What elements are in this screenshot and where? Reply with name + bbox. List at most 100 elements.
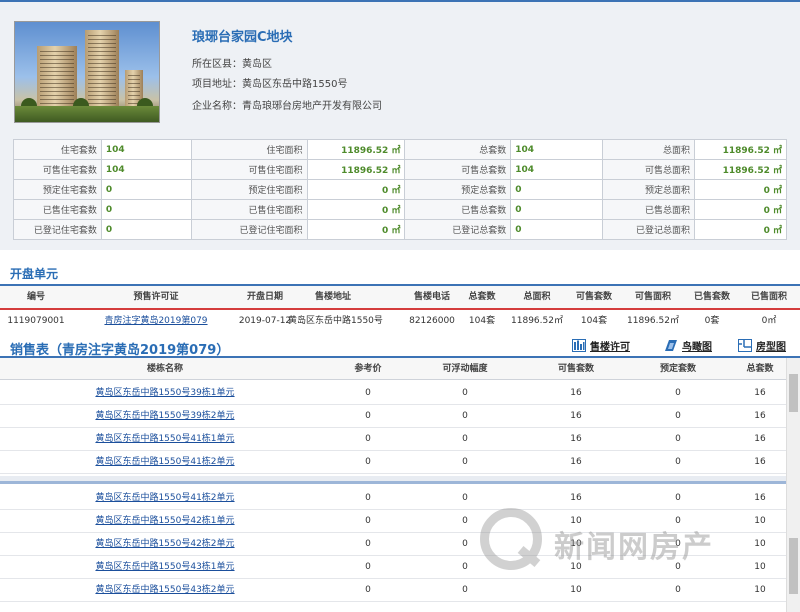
- building-unit-link[interactable]: 黄岛区东岳中路1550号41栋1单元: [0, 428, 330, 450]
- sales-cell: 16: [570, 457, 582, 467]
- stats-label: 总面积: [602, 139, 696, 160]
- building-unit-link[interactable]: 黄岛区东岳中路1550号42栋2单元: [0, 533, 330, 555]
- sales-cell: 0: [365, 585, 371, 595]
- sales-table-row: 黄岛区东岳中路1550号39栋2单元 0 0 16 0 16: [0, 405, 786, 428]
- sales-header-cell: 楼栋名称: [146, 364, 183, 374]
- opening-header-cell: 已售面积: [750, 292, 787, 302]
- floor-plan-icon: [738, 339, 752, 352]
- stats-value: 0 ㎡: [694, 219, 787, 240]
- sales-cell: 0: [675, 585, 681, 595]
- stats-label: 已售住宅套数: [13, 199, 102, 220]
- stats-label: 已登记住宅面积: [190, 219, 308, 240]
- opening-header-cell: 总面积: [523, 292, 551, 302]
- stats-row: 已售住宅套数 0 已售住宅面积 0 ㎡已售总套数 0 已售总面积 0 ㎡: [13, 199, 787, 220]
- presale-permit-link[interactable]: 青房注字黄岛2019第079: [72, 310, 240, 332]
- stats-value: 0: [100, 219, 192, 240]
- opening-header-cell: 编号: [26, 292, 45, 302]
- stats-value: 0 ㎡: [306, 199, 406, 220]
- sales-cell: 0: [675, 562, 681, 572]
- stats-label: 住宅套数: [13, 139, 102, 160]
- sales-cell: 0: [675, 516, 681, 526]
- stats-label: 可售住宅面积: [190, 159, 308, 180]
- sales-table-row: 黄岛区东岳中路1550号41栋2单元 0 0 16 0 16: [0, 487, 786, 510]
- sales-table-row: 黄岛区东岳中路1550号43栋1单元 0 0 10 0 10: [0, 556, 786, 579]
- stats-label: 已登记总套数: [404, 219, 512, 240]
- sales-cell: 16: [570, 434, 582, 444]
- opening-cell: 1119079001: [7, 316, 65, 326]
- building-unit-link[interactable]: 黄岛区东岳中路1550号43栋2单元: [0, 579, 330, 601]
- stats-label: 可售总面积: [602, 159, 696, 180]
- sales-cell: 0: [675, 434, 681, 444]
- opening-cell: 104套: [468, 316, 496, 326]
- sales-cell: 10: [570, 585, 582, 595]
- sales-table-row: 黄岛区东岳中路1550号42栋2单元 0 0 10 0 10: [0, 533, 786, 556]
- sales-cell: 0: [462, 457, 468, 467]
- stats-value: 11896.52 ㎡: [306, 139, 406, 160]
- stats-label: 预定总面积: [602, 179, 696, 200]
- sales-cell: 16: [570, 493, 582, 503]
- sales-cell: 10: [570, 516, 582, 526]
- sales-cell: 0: [675, 388, 681, 398]
- project-photo: [14, 21, 160, 123]
- sales-cell: 10: [570, 562, 582, 572]
- sales-permit-button[interactable]: 售楼许可: [572, 338, 630, 354]
- stats-label: 已售总面积: [602, 199, 696, 220]
- screenshot-splice-line: [0, 481, 800, 484]
- opening-header-cell: 可售套数: [575, 292, 612, 302]
- sales-header-cell: 预定套数: [659, 364, 696, 374]
- opening-header-cell: 售楼地址: [314, 292, 351, 302]
- opening-cell: 0套: [704, 316, 720, 326]
- opening-cell: 0㎡: [761, 316, 777, 326]
- sales-header-cell: 可售套数: [557, 364, 594, 374]
- project-company: 企业名称：青岛琅琊台房地产开发有限公司: [192, 101, 382, 112]
- stats-row: 预定住宅套数 0 预定住宅面积 0 ㎡预定总套数 0 预定总面积 0 ㎡: [13, 179, 787, 200]
- stats-label: 预定总套数: [404, 179, 512, 200]
- stats-value: 0: [510, 199, 604, 220]
- stats-label: 可售总套数: [404, 159, 512, 180]
- opening-cell: 104套: [580, 316, 608, 326]
- opening-header-cell: 总套数: [468, 292, 496, 302]
- aerial-map-icon: [665, 340, 677, 351]
- stats-value: 11896.52 ㎡: [694, 159, 787, 180]
- sales-cell: 0: [462, 493, 468, 503]
- building-unit-link[interactable]: 黄岛区东岳中路1550号39栋1单元: [0, 382, 330, 404]
- stats-label: 预定住宅面积: [190, 179, 308, 200]
- sales-permit-label: 售楼许可: [590, 342, 630, 353]
- floor-plan-button[interactable]: 房型图: [738, 338, 786, 354]
- sales-table-header: 楼栋名称 参考价 可浮动幅度 可售套数 预定套数 总套数: [0, 358, 786, 380]
- stats-value: 0 ㎡: [694, 179, 787, 200]
- opening-table-row: 1119079001 青房注字黄岛2019第079 2019-07-12 黄岛区东岳中…: [0, 310, 800, 332]
- sales-table-row: 黄岛区东岳中路1550号41栋1单元 0 0 16 0 16: [0, 428, 786, 451]
- stats-row: 已登记住宅套数 0 已登记住宅面积 0 ㎡已登记总套数 0 已登记总面积 0 ㎡: [13, 219, 787, 240]
- building-unit-link[interactable]: 黄岛区东岳中路1550号42栋1单元: [0, 510, 330, 532]
- building-unit-link[interactable]: 黄岛区东岳中路1550号41栋2单元: [0, 451, 330, 473]
- opening-cell: 82126000: [409, 316, 455, 326]
- building-unit-link[interactable]: 黄岛区东岳中路1550号41栋2单元: [0, 487, 330, 509]
- sales-cell: 0: [675, 539, 681, 549]
- opening-header-cell: 已售套数: [693, 292, 730, 302]
- project-info-panel: 琅琊台家园C地块 所在区县：黄岛区 项目地址：黄岛区东岳中路1550号 企业名称…: [0, 0, 800, 250]
- sales-table-row: 黄岛区东岳中路1550号41栋2单元 0 0 16 0 16: [0, 451, 786, 474]
- scrollbar-thumb-lower[interactable]: [789, 538, 798, 594]
- sales-cell: 0: [365, 457, 371, 467]
- building-unit-link[interactable]: 黄岛区东岳中路1550号43栋1单元: [0, 556, 330, 578]
- sales-cell: 0: [462, 585, 468, 595]
- stats-value: 104: [510, 159, 604, 180]
- scrollbar-thumb[interactable]: [789, 374, 798, 412]
- sales-cell: 0: [365, 493, 371, 503]
- sales-header-cell: 可浮动幅度: [442, 364, 488, 374]
- stats-label: 已售住宅面积: [190, 199, 308, 220]
- opening-cell: 11896.52㎡: [627, 316, 679, 326]
- sales-cell: 0: [462, 411, 468, 421]
- sales-cell: 16: [570, 411, 582, 421]
- sales-cell: 0: [462, 539, 468, 549]
- sales-cell: 0: [462, 562, 468, 572]
- sales-cell: 0: [675, 493, 681, 503]
- building-unit-link[interactable]: 黄岛区东岳中路1550号39栋2单元: [0, 405, 330, 427]
- stats-value: 0: [510, 219, 604, 240]
- sales-scrollbar[interactable]: [786, 358, 800, 612]
- aerial-view-button[interactable]: 鸟瞰图: [664, 338, 712, 354]
- stats-row: 可售住宅套数 104 可售住宅面积 11896.52 ㎡可售总套数 104 可售总面积 11…: [13, 159, 787, 180]
- project-district: 所在区县：黄岛区: [192, 59, 272, 70]
- stats-label: 已登记住宅套数: [13, 219, 102, 240]
